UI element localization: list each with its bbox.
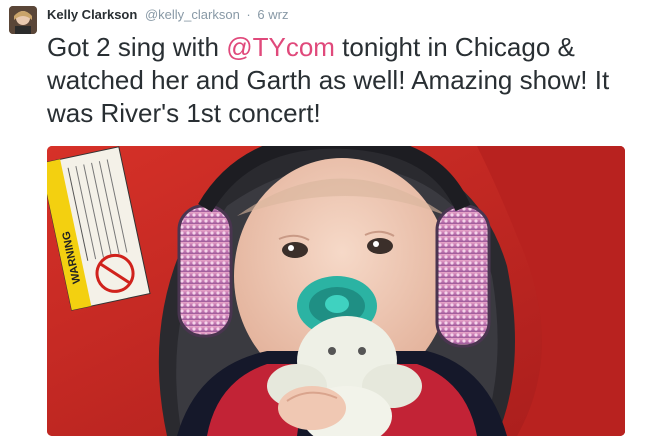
tweet-timestamp[interactable]: 6 wrz	[257, 7, 288, 22]
tweet-header: Kelly Clarkson @kelly_clarkson · 6 wrz	[47, 6, 288, 24]
mention-link[interactable]: @TYcom	[226, 32, 335, 62]
header-separator: ·	[246, 7, 251, 22]
author-handle[interactable]: @kelly_clarkson	[145, 7, 240, 22]
tweet-photo[interactable]: WARNING	[47, 146, 625, 436]
tweet: Kelly Clarkson @kelly_clarkson · 6 wrz G…	[0, 0, 665, 446]
avatar[interactable]	[9, 6, 37, 34]
author-name[interactable]: Kelly Clarkson	[47, 7, 137, 22]
tweet-text: Got 2 sing with @TYcom tonight in Chicag…	[47, 31, 647, 130]
tweet-text-part-1: Got 2 sing with	[47, 32, 227, 62]
